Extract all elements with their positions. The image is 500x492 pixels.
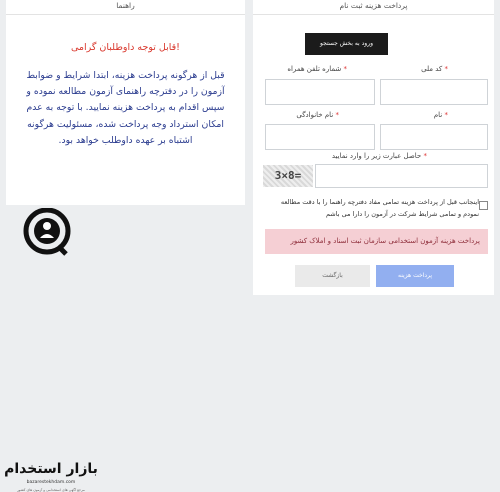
national-code-label: * کد ملی [421, 65, 448, 73]
mobile-input[interactable] [265, 79, 375, 105]
mobile-label: * شماره تلفن همراه [287, 65, 347, 73]
search-section-button[interactable]: ورود به بخش جستجو [305, 33, 388, 55]
logo-name: بازار استخدام [4, 461, 98, 477]
captcha-image: 3×8= [263, 165, 313, 187]
guide-body: قبل از هرگونه پرداخت هزینه، ابتدا شرایط … [26, 70, 225, 146]
last-name-label: * نام خانوادگی [296, 111, 339, 119]
agree-checkbox[interactable] [479, 201, 488, 210]
first-name-label: * نام [433, 111, 448, 119]
first-name-input[interactable] [380, 124, 488, 150]
back-button[interactable]: بازگشت [295, 265, 370, 287]
logo-icon [23, 207, 71, 256]
guide-title: قابل توجه داوطلبان گرامی! [71, 42, 180, 53]
logo-tagline: مرجع آگهی های استخدامی و آزمون های کشور [17, 488, 85, 492]
guide-panel: راهنما قابل توجه داوطلبان گرامی! قبل از … [6, 0, 245, 205]
last-name-input[interactable] [265, 124, 375, 150]
logo-url: bazarestekhdam.com [26, 480, 76, 485]
guide-header: راهنما [6, 0, 245, 15]
exam-alert: پرداخت هزینه آزمون استخدامی سازمان ثبت ا… [265, 229, 488, 254]
site-logo: بازار استخدام bazarestekhdam.com مرجع آگ… [0, 207, 100, 492]
captcha-label: * حاصل عبارت زیر را وارد نمایید [331, 152, 427, 160]
agree-text: اینجانب قبل از پرداخت هزینه تمامی مفاد د… [280, 198, 479, 218]
form-header: پرداخت هزینه ثبت نام [253, 0, 494, 15]
captcha-input[interactable] [315, 164, 488, 188]
pay-button[interactable]: پرداخت هزینه [376, 265, 454, 287]
payment-form-panel: پرداخت هزینه ثبت نام ورود به بخش جستجو *… [253, 0, 494, 295]
national-code-input[interactable] [380, 79, 488, 105]
